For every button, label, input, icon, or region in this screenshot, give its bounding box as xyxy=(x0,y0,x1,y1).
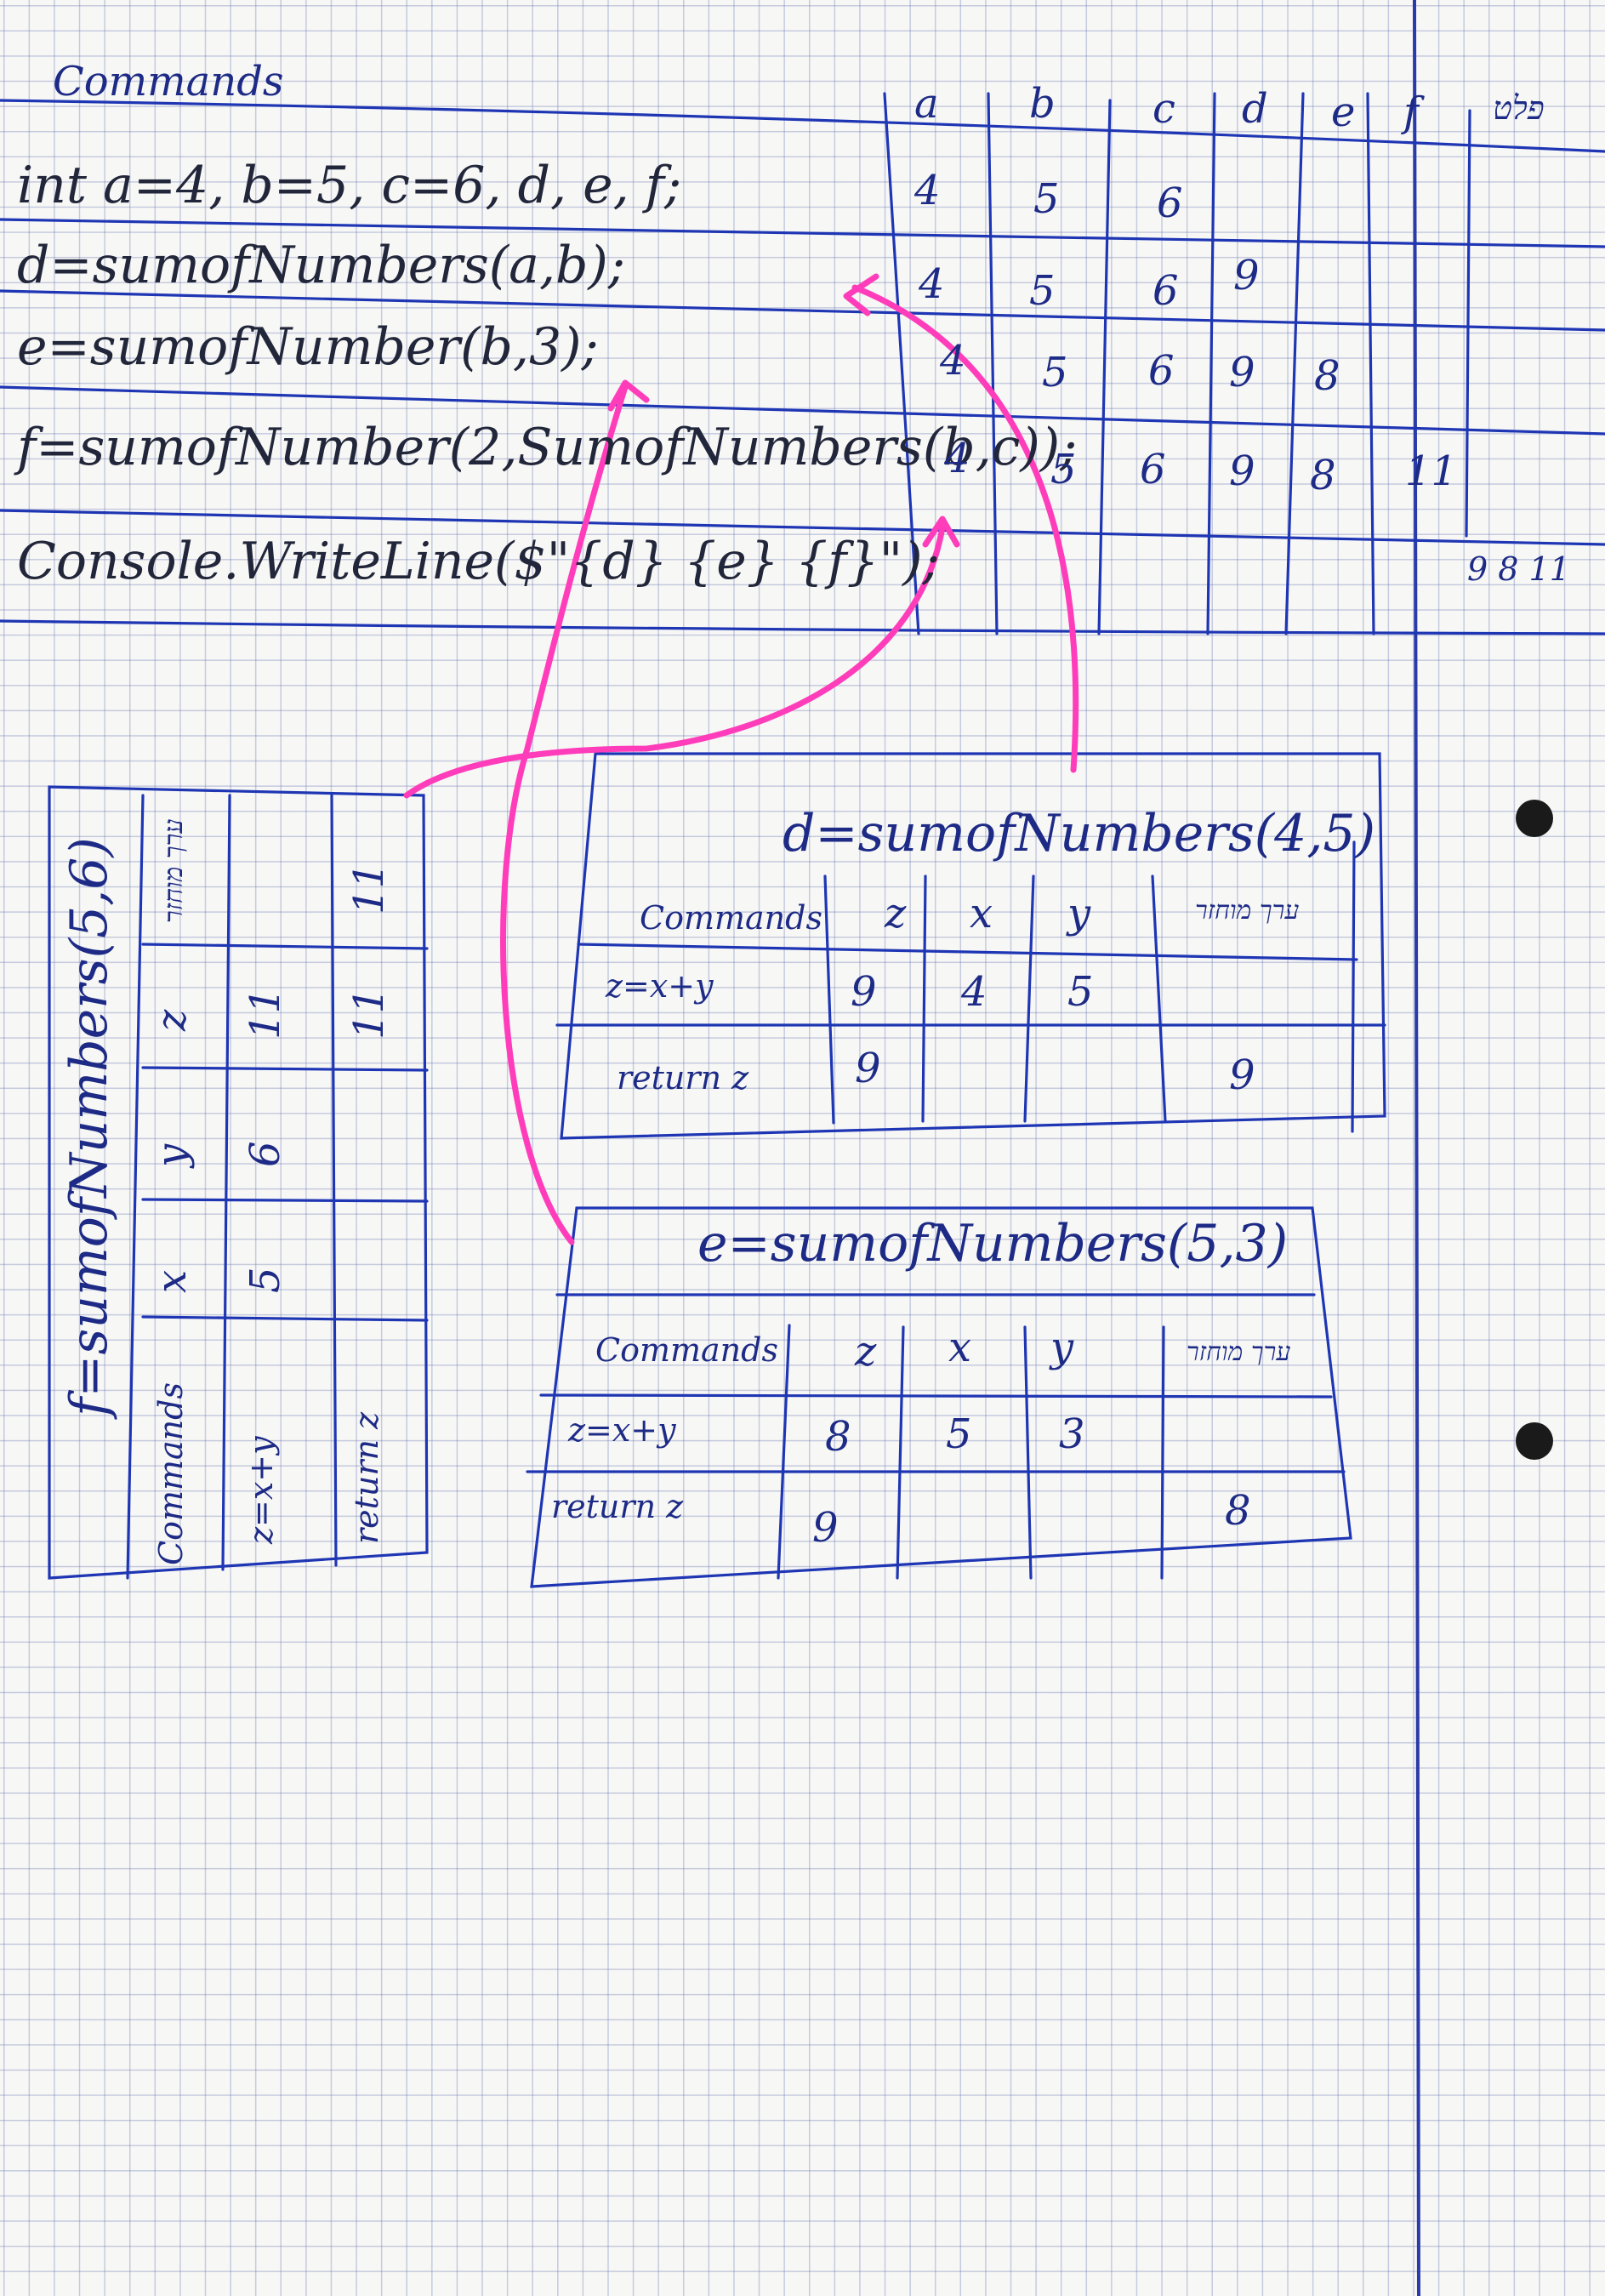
column-header: y xyxy=(1050,1324,1074,1371)
column-header: z xyxy=(855,1328,877,1376)
table-cell: 4 xyxy=(944,435,970,482)
table-cell: 5 xyxy=(1067,968,1094,1016)
table-cell: 6 xyxy=(242,1141,289,1167)
table-cell: 9 xyxy=(1229,447,1255,495)
table-cell: return z xyxy=(551,1488,684,1525)
table-cell: 5 xyxy=(1033,175,1060,223)
code-line: int a=4, b=5, c=6, d, e, f; xyxy=(17,156,682,215)
table-cell: 8 xyxy=(1310,452,1336,499)
column-header: y xyxy=(148,1143,196,1167)
column-header: b xyxy=(1029,80,1056,128)
table-cell: 4 xyxy=(961,968,987,1016)
column-header: z xyxy=(885,890,907,937)
column-header: x xyxy=(148,1269,196,1293)
table-cell: 4 xyxy=(919,260,945,308)
table-cell: 9 xyxy=(1233,252,1260,299)
punch-hole-icon xyxy=(1516,1422,1553,1460)
table-cell: 8 xyxy=(825,1413,851,1461)
table-cell: 6 xyxy=(1148,347,1175,395)
table-cell: z=x+y xyxy=(568,1411,676,1449)
table-cell: z=x+y xyxy=(606,967,714,1005)
code-line: d=sumofNumbers(a,b); xyxy=(17,236,626,295)
table-cell: 11 xyxy=(345,862,393,914)
column-header: c xyxy=(1153,85,1175,133)
column-header: e xyxy=(1331,88,1356,136)
trace-title: d=sumofNumbers(4,5) xyxy=(783,804,1376,863)
column-header: ערך מוחזר xyxy=(159,818,189,923)
table-cell: 5 xyxy=(1029,267,1056,315)
column-header: x xyxy=(948,1324,972,1371)
table-cell: 9 xyxy=(855,1045,881,1092)
margin-line xyxy=(1413,0,1420,2296)
table-cell: 4 xyxy=(940,337,966,385)
column-header: Commands xyxy=(595,1331,778,1369)
table-cell: 3 xyxy=(1059,1410,1085,1458)
table-cell: 11 xyxy=(345,987,393,1040)
commands-header: Commands xyxy=(53,58,284,105)
table-cell: 8 xyxy=(1225,1487,1251,1535)
table-cell: 4 xyxy=(914,167,941,214)
table-cell: 6 xyxy=(1157,179,1183,227)
column-header: a xyxy=(914,80,939,128)
table-cell: 11 xyxy=(242,987,289,1040)
trace-title: e=sumofNumbers(5,3) xyxy=(697,1214,1289,1273)
table-cell: 8 xyxy=(1314,352,1340,400)
table-cell: 5 xyxy=(242,1267,289,1293)
column-header: Commands xyxy=(640,899,822,937)
table-cell: 5 xyxy=(1042,349,1068,396)
output-cell: 9 8 11 xyxy=(1467,550,1570,588)
column-header: z xyxy=(148,1009,196,1031)
code-line: e=sumofNumber(b,3); xyxy=(17,317,599,377)
notebook-page: Commands int a=4, b=5, c=6, d, e, f; d=s… xyxy=(0,0,1605,2296)
table-cell: 6 xyxy=(1153,267,1179,315)
column-header: פלט xyxy=(1493,89,1545,127)
column-header: d xyxy=(1242,85,1268,133)
table-cell: 5 xyxy=(946,1410,972,1458)
column-header: f xyxy=(1403,88,1419,136)
table-cell: 11 xyxy=(1405,447,1458,495)
table-cell: 5 xyxy=(1050,446,1077,493)
column-header: y xyxy=(1067,890,1091,937)
column-header: x xyxy=(970,890,993,937)
code-line: Console.WriteLine($"{d} {e} {f}"); xyxy=(17,532,940,591)
table-cell: 9 xyxy=(851,968,877,1016)
table-cell: z=x+y xyxy=(242,1436,280,1544)
table-cell: return z xyxy=(617,1059,749,1097)
column-header: ערך מוחזר xyxy=(1195,896,1300,926)
punch-hole-icon xyxy=(1516,800,1553,837)
table-cell: return z xyxy=(348,1411,385,1544)
column-header: ערך מוחזר xyxy=(1187,1337,1291,1367)
table-cell: 9 xyxy=(1229,1051,1255,1099)
table-cell: 9 xyxy=(1229,349,1255,396)
trace-title: f=sumofNumbers(5,6) xyxy=(60,837,119,1416)
code-line: f=sumofNumber(2,SumofNumbers(b,c)); xyxy=(17,418,1078,477)
table-cell: 6 xyxy=(1140,446,1166,493)
table-cell: 9 xyxy=(812,1504,839,1552)
column-header: Commands xyxy=(152,1382,190,1565)
